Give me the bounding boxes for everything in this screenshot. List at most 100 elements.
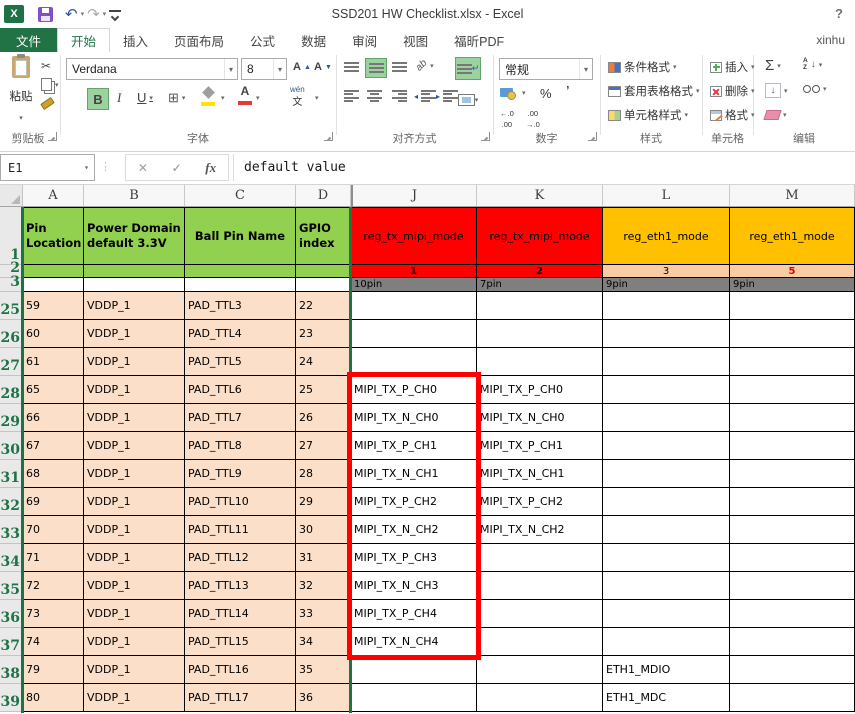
cell-M33[interactable] xyxy=(730,516,855,544)
cell-L33[interactable] xyxy=(603,516,730,544)
cell-B25[interactable]: VDDP_1 xyxy=(84,292,185,320)
cell-A33[interactable]: 70 xyxy=(23,516,84,544)
cell-K26[interactable] xyxy=(477,320,603,348)
cell-C25[interactable]: PAD_TTL3 xyxy=(185,292,296,320)
cell-C37[interactable]: PAD_TTL15 xyxy=(185,628,296,656)
cell-K37[interactable] xyxy=(477,628,603,656)
align-left-button[interactable] xyxy=(344,90,359,102)
cell-D31[interactable]: 28 xyxy=(296,460,351,488)
formula-input[interactable]: default value xyxy=(233,154,855,181)
tab-插入[interactable]: 插入 xyxy=(110,28,161,52)
cell-B26[interactable]: VDDP_1 xyxy=(84,320,185,348)
cell-B39[interactable]: VDDP_1 xyxy=(84,684,185,712)
cell-B34[interactable]: VDDP_1 xyxy=(84,544,185,572)
redo-dropdown-icon[interactable]: ▾ xyxy=(103,10,107,18)
cell-B31[interactable]: VDDP_1 xyxy=(84,460,185,488)
cell-B37[interactable]: VDDP_1 xyxy=(84,628,185,656)
cell-L28[interactable] xyxy=(603,376,730,404)
accounting-format-button[interactable]: ▾ xyxy=(500,88,526,100)
col-header-B[interactable]: B xyxy=(84,185,185,207)
cell-A36[interactable]: 73 xyxy=(23,600,84,628)
clear-button[interactable]: ▾ xyxy=(763,110,787,120)
cell-J1[interactable]: reg_tx_mipi_mode xyxy=(351,207,477,265)
cell-L3[interactable]: 9pin xyxy=(603,278,730,292)
paste-button[interactable]: 粘贴 ▾ xyxy=(5,54,37,122)
cell-A29[interactable]: 66 xyxy=(23,404,84,432)
cell-K29[interactable]: MIPI_TX_N_CH0 xyxy=(477,404,603,432)
cell-A31[interactable]: 68 xyxy=(23,460,84,488)
cell-J27[interactable] xyxy=(351,348,477,376)
sort-filter-button[interactable]: A Z ↓ ▾ xyxy=(803,57,822,71)
cell-L26[interactable] xyxy=(603,320,730,348)
cell-K30[interactable]: MIPI_TX_P_CH1 xyxy=(477,432,603,460)
cell-C29[interactable]: PAD_TTL7 xyxy=(185,404,296,432)
cell-C35[interactable]: PAD_TTL13 xyxy=(185,572,296,600)
cell-B27[interactable]: VDDP_1 xyxy=(84,348,185,376)
cell-M31[interactable] xyxy=(730,460,855,488)
cell-D38[interactable]: 35 xyxy=(296,656,351,684)
enter-button[interactable]: ✓ xyxy=(172,161,182,175)
cell-D3[interactable] xyxy=(296,278,351,292)
conditional-formatting-button[interactable]: 条件格式 ▾ xyxy=(608,59,677,75)
cell-B35[interactable]: VDDP_1 xyxy=(84,572,185,600)
cell-D35[interactable]: 32 xyxy=(296,572,351,600)
tab-公式[interactable]: 公式 xyxy=(237,28,288,52)
col-header-M[interactable]: M xyxy=(730,185,855,207)
phonetic-guide-button[interactable]: wén 文 xyxy=(290,85,305,108)
row-header-27[interactable]: 27 xyxy=(0,348,23,376)
percent-style-button[interactable]: % xyxy=(540,86,552,101)
orientation-button[interactable]: ab ▾ xyxy=(414,58,434,74)
cell-L27[interactable] xyxy=(603,348,730,376)
undo-dropdown-icon[interactable]: ▾ xyxy=(81,10,85,18)
format-painter-button[interactable] xyxy=(40,96,55,111)
row-header-25[interactable]: 25 xyxy=(0,292,23,320)
cell-J36[interactable]: MIPI_TX_P_CH4 xyxy=(351,600,477,628)
cell-K36[interactable] xyxy=(477,600,603,628)
cell-L25[interactable] xyxy=(603,292,730,320)
row-header-28[interactable]: 28 xyxy=(0,376,23,404)
cell-D2[interactable] xyxy=(296,265,351,278)
bottom-align-button[interactable] xyxy=(392,61,407,73)
cell-B2[interactable] xyxy=(84,265,185,278)
cell-J28[interactable]: MIPI_TX_P_CH0 xyxy=(351,376,477,404)
cell-B36[interactable]: VDDP_1 xyxy=(84,600,185,628)
cell-C34[interactable]: PAD_TTL12 xyxy=(185,544,296,572)
cell-L34[interactable] xyxy=(603,544,730,572)
cell-K39[interactable] xyxy=(477,684,603,712)
cell-A30[interactable]: 67 xyxy=(23,432,84,460)
cell-K27[interactable] xyxy=(477,348,603,376)
increase-font-size-button[interactable]: A ▲ xyxy=(293,61,311,73)
col-header-K[interactable]: K xyxy=(477,185,603,207)
tab-福昕PDF[interactable]: 福昕PDF xyxy=(441,28,517,52)
cut-button[interactable]: ✂ xyxy=(41,59,51,73)
cell-B3[interactable] xyxy=(84,278,185,292)
cell-L38[interactable]: ETH1_MDIO xyxy=(603,656,730,684)
customize-qat-button[interactable] xyxy=(109,9,122,22)
cell-J30[interactable]: MIPI_TX_P_CH1 xyxy=(351,432,477,460)
cell-J26[interactable] xyxy=(351,320,477,348)
cell-K32[interactable]: MIPI_TX_P_CH2 xyxy=(477,488,603,516)
cell-K1[interactable]: reg_tx_mipi_mode xyxy=(477,207,603,265)
cell-A38[interactable]: 79 xyxy=(23,656,84,684)
cell-D36[interactable]: 33 xyxy=(296,600,351,628)
italic-button[interactable]: I xyxy=(117,90,121,106)
cancel-button[interactable]: ✕ xyxy=(138,161,148,175)
cell-C26[interactable]: PAD_TTL4 xyxy=(185,320,296,348)
increase-decimal-button[interactable]: ←.0.00 xyxy=(500,110,514,128)
cell-A35[interactable]: 72 xyxy=(23,572,84,600)
cell-D1[interactable]: GPIO index xyxy=(296,207,351,265)
cell-D28[interactable]: 25 xyxy=(296,376,351,404)
cell-A25[interactable]: 59 xyxy=(23,292,84,320)
font-size-dropdown-icon[interactable]: ▾ xyxy=(272,59,286,79)
cell-B28[interactable]: VDDP_1 xyxy=(84,376,185,404)
cell-L31[interactable] xyxy=(603,460,730,488)
cell-L2[interactable]: 3 xyxy=(603,265,730,278)
col-header-D[interactable]: D xyxy=(296,185,351,207)
cell-M25[interactable] xyxy=(730,292,855,320)
name-box[interactable]: E1 ▾ xyxy=(0,154,95,181)
tab-开始[interactable]: 开始 xyxy=(57,28,111,52)
copy-button[interactable]: ▾ xyxy=(41,78,59,91)
cell-L30[interactable] xyxy=(603,432,730,460)
number-format-dropdown-icon[interactable]: ▾ xyxy=(578,59,592,79)
cell-A39[interactable]: 80 xyxy=(23,684,84,712)
